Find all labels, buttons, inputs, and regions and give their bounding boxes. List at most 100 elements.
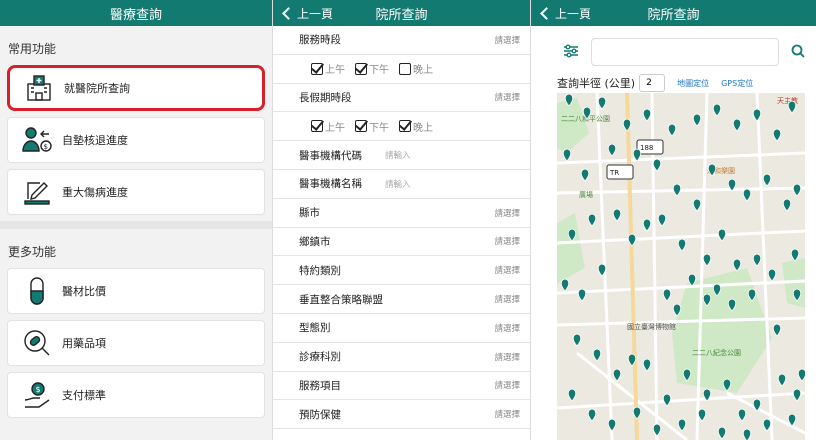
material-price-card[interactable]: 醫材比價 xyxy=(7,268,265,314)
field-label: 服務項目 xyxy=(299,379,341,392)
map-label-museum: 國立臺灣博物館 xyxy=(627,322,676,331)
payment-standard-card[interactable]: $ 支付標準 xyxy=(7,372,265,418)
hospital-search-card[interactable]: 就醫院所查詢 xyxy=(7,65,265,111)
map-view[interactable]: 二二八和平公園 二二八紀念公園 國立臺灣博物館 天主教 永和樂園 廣場 TR 1… xyxy=(557,93,805,440)
svg-text:$: $ xyxy=(36,385,41,394)
refund-progress-card[interactable]: $ 自墊核退進度 xyxy=(7,117,265,163)
field-label: 醫事機構代碼 xyxy=(299,149,362,162)
field-value: 請選擇 xyxy=(494,323,520,334)
page-title: 院所查詢 xyxy=(647,7,700,23)
field-label: 型態別 xyxy=(299,322,331,335)
header-bar: 醫療查詢 xyxy=(0,0,272,26)
field-value: 請選擇 xyxy=(494,410,520,421)
page-title: 醫療查詢 xyxy=(109,7,162,23)
department-select[interactable]: 診療科別 請選擇 xyxy=(273,343,530,372)
township-select[interactable]: 鄉鎮市 請選擇 xyxy=(273,228,530,257)
contract-type-select[interactable]: 特約類別 請選擇 xyxy=(273,256,530,286)
field-value: 請選擇 xyxy=(494,208,520,219)
checkbox-empty-icon xyxy=(399,62,411,75)
checkbox-checked-icon xyxy=(355,62,367,75)
holiday-morning-checkbox[interactable]: 上午 xyxy=(311,119,345,134)
hand-coin-icon: $ xyxy=(20,378,54,412)
institution-code-field[interactable]: 醫事機構代碼 請輸入 xyxy=(273,141,530,170)
county-select[interactable]: 縣市 請選擇 xyxy=(273,199,530,228)
institution-map-panel: 上一頁 院所查詢 查詢半徑 (公里) 2 地圖定位 GPS定位 二二八和平公園 … xyxy=(530,0,816,440)
service-morning-checkbox[interactable]: 上午 xyxy=(311,61,345,76)
payment-standard-label: 支付標準 xyxy=(62,389,106,402)
field-placeholder: 請輸入 xyxy=(385,151,411,162)
institution-query-form: 上一頁 院所查詢 服務時段 請選擇 上午 下午 晚上 長假期時段 請選擇 上午 … xyxy=(272,0,530,440)
major-illness-card[interactable]: 重大傷病進度 xyxy=(7,169,265,215)
edit-document-icon xyxy=(20,175,54,209)
hospital-search-label: 就醫院所查詢 xyxy=(64,82,130,95)
field-value: 請選擇 xyxy=(494,295,520,306)
field-label: 特約類別 xyxy=(299,264,341,277)
map-canvas[interactable]: 二二八和平公園 二二八紀念公園 國立臺灣博物館 天主教 永和樂園 廣場 TR 1… xyxy=(557,93,805,440)
service-evening-checkbox[interactable]: 晚上 xyxy=(399,61,433,76)
holiday-evening-checkbox[interactable]: 晚上 xyxy=(399,119,433,134)
major-illness-label: 重大傷病進度 xyxy=(62,186,128,199)
material-price-label: 醫材比價 xyxy=(62,285,106,298)
search-icon[interactable] xyxy=(791,43,805,62)
strategic-alliance-select[interactable]: 垂直整合策略聯盟 請選擇 xyxy=(273,285,530,314)
back-label: 上一頁 xyxy=(297,6,334,21)
page-title: 院所查詢 xyxy=(375,7,428,23)
holiday-time-value: 請選擇 xyxy=(494,93,520,104)
field-value: 請選擇 xyxy=(494,237,520,248)
service-time-value: 請選擇 xyxy=(494,35,520,46)
pill-search-icon xyxy=(20,326,54,360)
svg-text:$: $ xyxy=(44,143,48,151)
map-label-sign: 188 xyxy=(640,144,653,152)
checkbox-checked-icon xyxy=(399,120,411,133)
filter-sliders-icon[interactable] xyxy=(563,43,579,62)
holiday-time-label: 長假期時段 xyxy=(299,91,352,104)
institution-name-field[interactable]: 醫事機構名稱 請輸入 xyxy=(273,170,530,199)
field-value: 請選擇 xyxy=(494,381,520,392)
header-bar: 上一頁 院所查詢 xyxy=(531,0,816,26)
preventive-care-select[interactable]: 預防保健 請選擇 xyxy=(273,400,530,430)
holiday-time-row[interactable]: 長假期時段 請選擇 xyxy=(273,84,530,113)
section-divider xyxy=(0,221,272,229)
back-label: 上一頁 xyxy=(555,6,592,21)
field-placeholder: 請輸入 xyxy=(385,179,411,190)
field-value: 請選擇 xyxy=(494,266,520,277)
service-afternoon-checkbox[interactable]: 下午 xyxy=(355,61,389,76)
back-button[interactable]: 上一頁 xyxy=(539,0,591,26)
holiday-afternoon-checkbox[interactable]: 下午 xyxy=(355,119,389,134)
field-label: 鄉鎮市 xyxy=(299,235,331,248)
service-time-options: 上午 下午 晚上 xyxy=(273,55,530,84)
field-label: 垂直整合策略聯盟 xyxy=(299,293,383,306)
section-title-common: 常用功能 xyxy=(8,42,57,56)
radius-label: 查詢半徑 (公里) xyxy=(557,77,636,90)
checkbox-checked-icon xyxy=(311,62,323,75)
field-label: 預防保健 xyxy=(299,408,341,421)
medicine-items-card[interactable]: 用藥品項 xyxy=(7,320,265,366)
field-label: 縣市 xyxy=(299,207,320,220)
checkbox-checked-icon xyxy=(355,120,367,133)
refund-person-icon: $ xyxy=(20,123,54,157)
map-label-park2: 二二八紀念公園 xyxy=(692,348,741,357)
back-button[interactable]: 上一頁 xyxy=(281,0,333,26)
medicine-items-label: 用藥品項 xyxy=(62,337,106,350)
checkbox-checked-icon xyxy=(311,120,323,133)
medical-query-panel: 醫療查詢 常用功能 就醫院所查詢 $ 自墊核退進度 重大傷病進度 更多功能 醫材… xyxy=(0,0,272,440)
institution-type-select[interactable]: 型態別 請選擇 xyxy=(273,314,530,343)
radius-input[interactable]: 2 xyxy=(639,74,666,92)
service-items-select[interactable]: 服務項目 請選擇 xyxy=(273,372,530,401)
header-bar: 上一頁 院所查詢 xyxy=(273,0,530,26)
radius-row: 查詢半徑 (公里) 2 地圖定位 GPS定位 xyxy=(531,72,816,94)
field-label: 診療科別 xyxy=(299,351,341,364)
search-row xyxy=(531,32,816,72)
gps-locate-link[interactable]: GPS定位 xyxy=(721,78,753,89)
map-label-mrt: TR xyxy=(609,169,619,177)
section-title-more: 更多功能 xyxy=(8,245,57,259)
map-locate-link[interactable]: 地圖定位 xyxy=(677,78,709,89)
service-time-label: 服務時段 xyxy=(299,34,341,47)
chevron-left-icon xyxy=(282,6,295,20)
refund-progress-label: 自墊核退進度 xyxy=(62,134,128,147)
search-input[interactable] xyxy=(591,38,779,66)
hospital-icon xyxy=(22,71,56,105)
service-time-row[interactable]: 服務時段 請選擇 xyxy=(273,26,530,55)
capsule-icon xyxy=(20,274,54,308)
field-value: 請選擇 xyxy=(494,352,520,363)
